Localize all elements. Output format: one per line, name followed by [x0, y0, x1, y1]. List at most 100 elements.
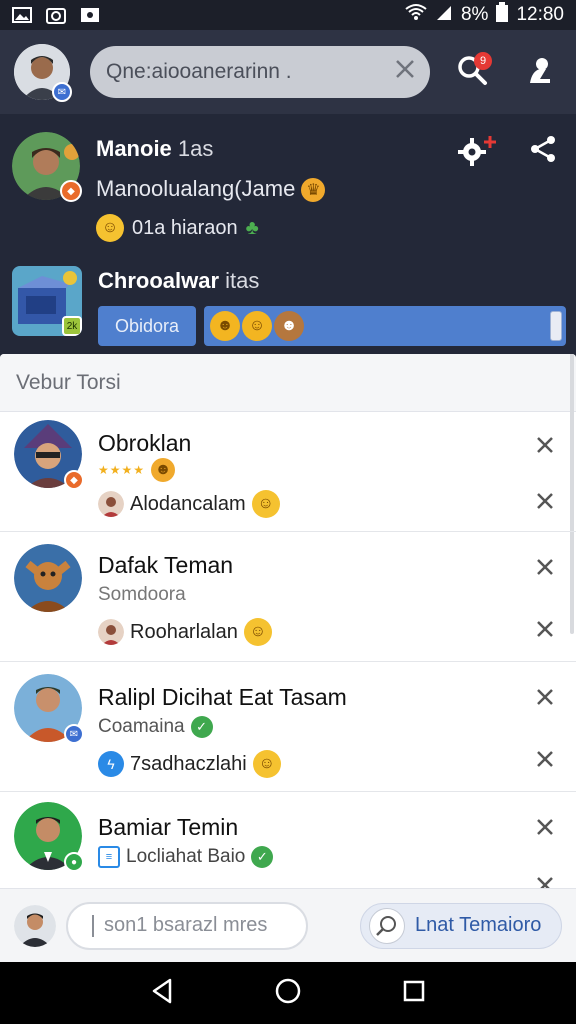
dismiss-mutual-button[interactable]	[534, 748, 556, 770]
profile-badge-icon: ✉	[52, 82, 72, 102]
system-nav-bar	[0, 962, 576, 1024]
friend-badge-icon: ●	[64, 852, 84, 872]
status-bar: 8% 12:80	[0, 0, 576, 30]
rating-stars-icon: ★★★★	[98, 463, 146, 477]
search-button[interactable]: 9	[450, 50, 494, 94]
list-item[interactable]: Dafak Teman Somdoora Rooharlalan ☺	[0, 532, 576, 662]
message-icon: ≡	[98, 846, 120, 868]
mutual-friend-avatar	[98, 491, 124, 517]
game-title: Chrooalwar	[98, 268, 220, 293]
signal-icon	[435, 3, 453, 27]
game-thumbnail[interactable]: 2k	[12, 266, 82, 336]
search-people-icon	[369, 907, 405, 944]
account-button[interactable]	[518, 50, 562, 94]
settings-button[interactable]	[458, 134, 498, 173]
close-icon	[537, 437, 553, 453]
reaction-bar-handle[interactable]	[550, 311, 562, 341]
composer-avatar[interactable]	[14, 904, 56, 947]
message-input[interactable]: son1 bsarazl mres	[66, 901, 308, 950]
list-item[interactable]: ✉ Ralipl Dicihat Eat Tasam Coamaina ✓ ϟ …	[0, 662, 576, 792]
battery-percent: 8%	[460, 4, 489, 25]
verified-check-icon: ✓	[190, 716, 213, 738]
app-bar: ✉ Qne:aiooanerarinn . 9	[0, 30, 576, 114]
share-button[interactable]	[528, 134, 558, 169]
friend-name: Bamiar Temin	[98, 814, 239, 840]
friend-meta: Locliahat Baio	[126, 846, 246, 867]
close-icon	[537, 493, 553, 509]
smile-emoji-icon: ☺	[243, 618, 272, 646]
recents-icon[interactable]	[402, 979, 426, 1008]
dismiss-button[interactable]	[534, 816, 556, 838]
messenger-icon: ϟ	[98, 751, 124, 777]
friend-avatar[interactable]: ●	[14, 802, 84, 872]
home-icon[interactable]	[274, 977, 302, 1010]
list-item[interactable]: ◆ Obroklan ★★★★ ☻ Alodancalam ☺	[0, 412, 576, 532]
friend-avatar[interactable]: ◆	[14, 420, 84, 490]
activity-panel: ◆ Manoie 1as Manoolualang⁠(Jame ♛ ☺ 01a …	[0, 114, 576, 358]
back-icon[interactable]	[150, 978, 174, 1009]
smile-emoji-icon: ☺	[252, 750, 281, 778]
message-placeholder: son1 bsarazl mres	[104, 914, 268, 936]
smirk-emoji-icon: ☻	[151, 458, 176, 482]
dismiss-button[interactable]	[534, 434, 556, 456]
notification-badge: 9	[474, 52, 492, 70]
profile-avatar[interactable]: ✉	[14, 44, 72, 102]
verified-check-icon: ✓	[251, 846, 274, 868]
game-badge-icon: 2k	[62, 316, 82, 336]
search-bar[interactable]: Qne:aiooanerarinn .	[90, 46, 430, 98]
friend-badge-icon: ◆	[64, 470, 84, 490]
friend-meta: Somdoora	[98, 584, 186, 605]
photo-icon	[12, 6, 32, 24]
mutual-friend-avatar	[98, 619, 124, 645]
trophy-emoji-icon: ♛	[301, 178, 326, 203]
friend-name: Dafak Teman	[98, 552, 234, 578]
sheet-header: Vebur Torsi	[0, 354, 576, 412]
close-icon	[537, 621, 553, 637]
see-friends-button[interactable]: Lnat Temaioro	[360, 902, 562, 949]
post-avatar[interactable]: ◆	[12, 132, 82, 202]
friend-name: Obroklan	[98, 430, 192, 456]
close-icon	[537, 689, 553, 705]
user-icon	[526, 55, 554, 90]
smile-emoji-icon: ☺	[242, 311, 272, 341]
friend-avatar[interactable]	[14, 544, 82, 612]
dismiss-mutual-button[interactable]	[534, 618, 556, 640]
wink-emoji-icon: ☺	[251, 490, 280, 518]
friend-name: Ralipl Dicihat Eat Tasam	[98, 684, 347, 710]
clear-search-icon[interactable]	[394, 58, 416, 86]
composer-bar: son1 bsarazl mres Lnat Temaioro	[0, 888, 576, 962]
game-status-pill[interactable]: Obidora	[98, 306, 196, 346]
friend-badge-icon: ✉	[64, 724, 84, 744]
friend-suggestions-sheet: Vebur Torsi ◆ Obroklan ★★★★ ☻ Alodancala…	[0, 354, 576, 890]
search-input[interactable]: Qne:aiooanerarinn .	[106, 60, 394, 84]
mutual-friend-name: 7sadhaczlahi	[130, 752, 247, 775]
share-icon	[528, 136, 558, 168]
cactus-emoji-icon: ♣	[245, 216, 259, 239]
post-subtitle: Manoolualang⁠(Jame	[96, 176, 296, 201]
close-icon	[537, 751, 553, 767]
game-item[interactable]: 2k Chrooalwar itas Obidora ☻ ☺ ☻	[12, 266, 566, 346]
post-avatar-badge-icon: ◆	[60, 180, 82, 202]
see-friends-label: Lnat Temaioro	[415, 914, 542, 936]
camera-icon	[46, 6, 66, 24]
list-item[interactable]: ● Bamiar Temin ≡ Locliahat Baio ✓	[0, 792, 576, 890]
post-title-suffix: 1as	[177, 136, 214, 161]
close-icon	[537, 559, 553, 575]
grin-emoji-icon: ☻	[210, 311, 240, 341]
mutual-friend-name: Rooharlalan	[130, 620, 238, 643]
bear-emoji-icon: ☻	[274, 311, 304, 341]
dismiss-mutual-button[interactable]	[534, 490, 556, 512]
smile-emoji-icon: ☺	[96, 214, 124, 243]
game-title-suffix: itas	[225, 268, 260, 293]
post-item[interactable]: ◆ Manoie 1as Manoolualang⁠(Jame ♛ ☺ 01a …	[12, 132, 326, 243]
friend-avatar[interactable]: ✉	[14, 674, 84, 744]
gallery-icon	[80, 6, 100, 24]
clock: 12:80	[516, 4, 564, 25]
game-reaction-bar[interactable]: ☻ ☺ ☻	[204, 306, 566, 346]
dismiss-button[interactable]	[534, 686, 556, 708]
battery-icon	[496, 2, 509, 28]
friend-meta: Coamaina	[98, 716, 185, 737]
gear-icon	[458, 136, 498, 172]
wifi-icon	[405, 3, 427, 27]
dismiss-button[interactable]	[534, 556, 556, 578]
